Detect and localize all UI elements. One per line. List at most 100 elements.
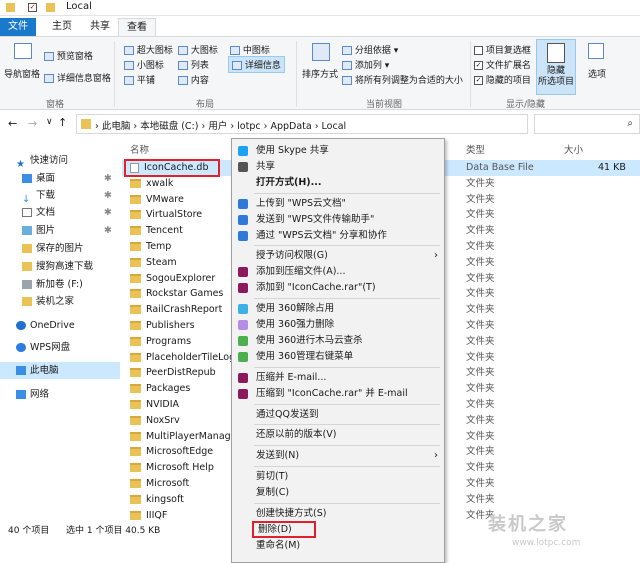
context-menu-item[interactable]: 使用 Skype 共享 (232, 143, 444, 159)
context-menu-item[interactable]: 添加到压缩文件(A)... (232, 264, 444, 280)
recent-chevron-icon[interactable]: ∨ (46, 117, 53, 127)
context-menu-item[interactable]: 打开方式(H)... (232, 175, 444, 191)
search-input[interactable]: ⌕ (534, 114, 640, 134)
details-pane-button[interactable]: 详细信息窗格 (44, 71, 111, 84)
sidebar-item-downloads[interactable]: ↓ 下载 ✱ (0, 187, 120, 205)
context-menu-item[interactable]: 使用 360强力删除 (232, 317, 444, 333)
context-menu-item[interactable]: 使用 360管理右键菜单 (232, 349, 444, 365)
file-name: IconCache.db (144, 162, 209, 173)
layout-large-icons[interactable]: 大图标 (178, 43, 218, 56)
tab-view[interactable]: 查看 (118, 18, 156, 36)
sidebar-item-zhuangji[interactable]: 装机之家 (0, 293, 120, 310)
file-ext-toggle[interactable]: ✓ 文件扩展名 (474, 58, 531, 71)
context-menu-item[interactable]: 发送到(N) › (232, 448, 444, 464)
folder-icon[interactable] (46, 3, 55, 12)
context-menu-item[interactable]: 剪切(T) (232, 469, 444, 485)
preview-pane-button[interactable]: 预览窗格 (44, 49, 93, 62)
context-menu-item[interactable]: 添加到 "IconCache.rar"(T) (232, 280, 444, 296)
sidebar-item-onedrive[interactable]: OneDrive (0, 317, 120, 334)
context-menu-item[interactable]: 还原以前的版本(V) (232, 427, 444, 443)
file-type: 文件夹 (466, 256, 495, 268)
sidebar-item-network[interactable]: 网络 (0, 386, 120, 403)
back-arrow-icon[interactable]: ← (8, 117, 17, 130)
breadcrumb-item[interactable]: AppData (270, 121, 311, 132)
tab-home[interactable]: 主页 (44, 18, 80, 36)
nav-pane-label[interactable]: 导航窗格 (4, 67, 40, 80)
nav-pane-button[interactable] (6, 41, 38, 67)
layout-small-icons[interactable]: 小图标 (124, 58, 164, 71)
context-menu-item[interactable]: 压缩并 E-mail... (232, 370, 444, 386)
up-arrow-icon[interactable]: ↑ (58, 116, 67, 129)
pin-icon[interactable]: ✱ (104, 222, 112, 239)
checkbox-icon[interactable]: ✓ (28, 3, 37, 12)
details-pane-icon (44, 74, 54, 83)
context-menu-item[interactable]: 压缩到 "IconCache.rar" 并 E-mail (232, 386, 444, 402)
options-button[interactable] (584, 41, 610, 67)
fit-columns-button[interactable]: 将所有列调整为合适的大小 (342, 73, 463, 86)
sidebar-item-documents[interactable]: 文档 ✱ (0, 204, 120, 221)
drive-icon (22, 280, 32, 289)
tab-file[interactable]: 文件 (0, 18, 36, 36)
sort-by-label[interactable]: 排序方式 (302, 67, 338, 80)
context-menu-item[interactable]: 删除(D) (232, 520, 444, 538)
context-menu-item[interactable]: 上传到 "WPS云文档" (232, 196, 444, 212)
context-menu-item[interactable]: 复制(C) (232, 485, 444, 501)
sidebar-item-pictures[interactable]: 图片 ✱ (0, 222, 120, 239)
sidebar-item-label: WPS网盘 (30, 342, 71, 353)
context-menu-item[interactable]: 创建快捷方式(S) (232, 506, 444, 522)
pin-icon[interactable]: ✱ (104, 170, 112, 187)
group-by-label: 分组依据 (354, 46, 391, 56)
column-header-type[interactable]: 类型 (466, 142, 485, 156)
watermark-logo: 装机之家 (488, 514, 568, 535)
item-checkboxes-toggle[interactable]: 项目复选框 (474, 43, 531, 56)
add-column-button[interactable]: 添加列 ▾ (342, 58, 389, 71)
sidebar-item-quick-access[interactable]: ★ 快速访问 (0, 152, 120, 170)
file-type: 文件夹 (466, 193, 495, 205)
address-bar[interactable]: › 此电脑 › 本地磁盘 (C:) › 用户 › lotpc › AppData… (76, 114, 528, 134)
tab-share[interactable]: 共享 (82, 18, 118, 36)
hidden-items-toggle[interactable]: ✓ 隐藏的项目 (474, 73, 531, 86)
layout-medium-icons[interactable]: 中图标 (230, 43, 270, 56)
folder-icon (130, 273, 141, 283)
context-menu-item[interactable]: 发送到 "WPS文件传输助手" (232, 212, 444, 228)
sidebar-item-drive-f[interactable]: 新加卷 (F:) (0, 276, 120, 293)
context-menu-item[interactable]: 重命名(M) (232, 538, 444, 554)
pin-icon[interactable]: ✱ (104, 204, 112, 221)
breadcrumb-item[interactable]: 本地磁盘 (C:) (140, 121, 198, 132)
breadcrumb-item[interactable]: 用户 (208, 121, 227, 132)
medium-icons-icon (230, 46, 240, 55)
context-menu-item[interactable]: 使用 360进行木马云查杀 (232, 333, 444, 349)
options-label[interactable]: 选项 (588, 67, 606, 80)
360-icon (238, 320, 248, 330)
breadcrumb-item[interactable]: 此电脑 (102, 121, 131, 132)
context-menu-item[interactable]: 使用 360解除占用 (232, 301, 444, 317)
layout-item-label: 小图标 (136, 61, 164, 71)
breadcrumb-item[interactable]: lotpc (237, 121, 260, 132)
sidebar-item-desktop[interactable]: 桌面 ✱ (0, 170, 120, 187)
column-header-name[interactable]: 名称 (130, 142, 149, 156)
forward-arrow-icon[interactable]: → (28, 117, 37, 130)
sidebar-item-wps-drive[interactable]: WPS网盘 (0, 339, 120, 356)
sidebar-item-saved-pictures[interactable]: 保存的图片 (0, 240, 120, 257)
context-menu-item[interactable]: 授予访问权限(G) › (232, 248, 444, 264)
context-menu-item[interactable]: 共享 (232, 159, 444, 175)
layout-content[interactable]: 内容 (178, 73, 209, 86)
layout-tiles[interactable]: 平铺 (124, 73, 155, 86)
sort-by-button[interactable] (304, 41, 340, 67)
pin-icon[interactable]: ✱ (104, 187, 112, 204)
hide-selected-button[interactable]: 隐藏 所选项目 (536, 39, 576, 95)
share-icon (238, 161, 248, 172)
context-menu-item[interactable]: 通过QQ发送到 (232, 407, 444, 423)
context-menu-label: 授予访问权限(G) (256, 250, 328, 262)
sidebar-item-sogou-downloads[interactable]: 搜狗高速下载 (0, 258, 120, 275)
column-header-size[interactable]: 大小 (564, 142, 583, 156)
context-menu-item[interactable]: 通过 "WPS云文档" 分享和协作 (232, 228, 444, 244)
file-name: kingsoft (146, 493, 184, 505)
sidebar-item-this-pc[interactable]: 此电脑 (0, 362, 120, 379)
group-by-button[interactable]: 分组依据 ▾ (342, 43, 398, 56)
layout-xl-icons[interactable]: 超大图标 (124, 43, 173, 56)
layout-details[interactable]: 详细信息 (228, 56, 285, 73)
context-menu-label: 打开方式(H)... (256, 176, 322, 188)
layout-list[interactable]: 列表 (178, 58, 209, 71)
breadcrumb-item[interactable]: Local (322, 121, 347, 132)
